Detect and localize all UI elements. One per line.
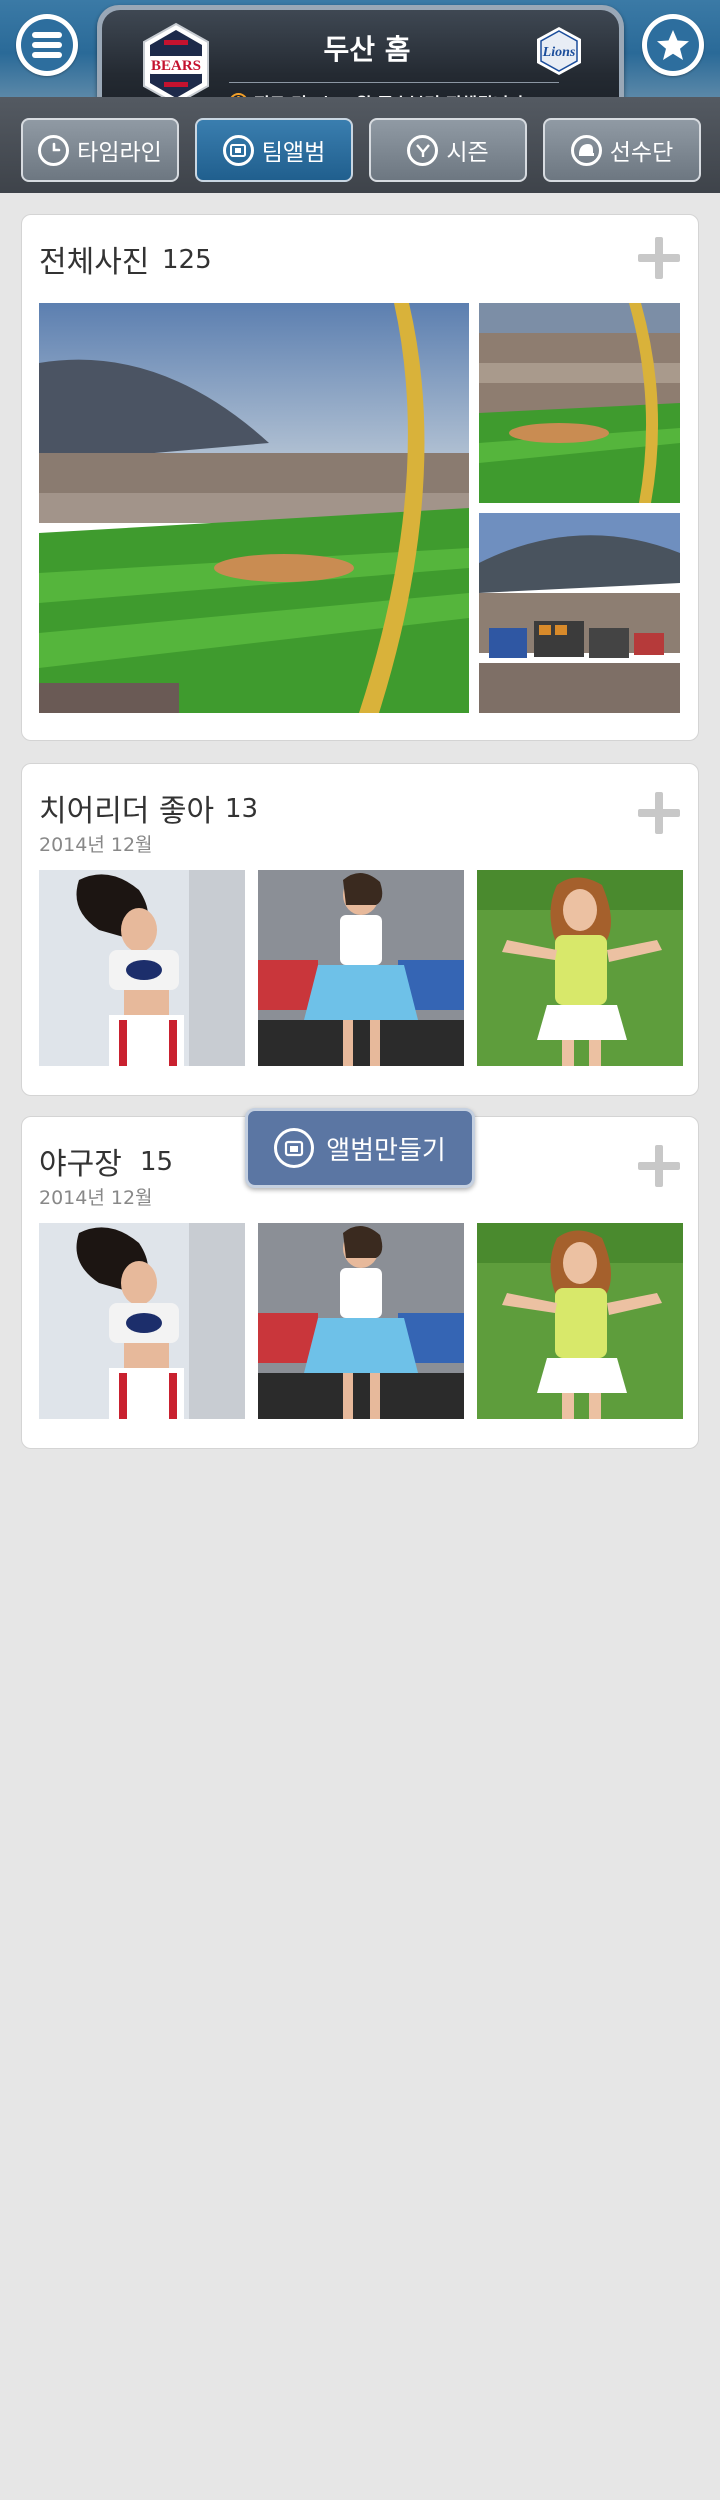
cheerleader-photo <box>39 1223 245 1419</box>
player-icon <box>570 134 602 166</box>
add-photo-button[interactable] <box>638 1145 680 1187</box>
banner-divider <box>229 82 559 83</box>
svg-text:Lions: Lions <box>542 45 576 60</box>
cheerleader-photo <box>258 1223 464 1419</box>
tab-label: 시즌 <box>446 140 489 166</box>
album-title: 치어리더 좋아 <box>39 794 215 829</box>
cheerleader-photo <box>477 1223 683 1419</box>
tab-label: 선수단 <box>609 140 674 166</box>
add-photo-button[interactable] <box>638 237 680 279</box>
cheerleader-photo <box>258 870 464 1066</box>
album-title: 야구장 <box>39 1147 122 1182</box>
stadium-photo <box>479 303 680 503</box>
make-album-label: 앨범만들기 <box>326 1135 446 1166</box>
photo-thumbnail[interactable] <box>477 870 683 1066</box>
photo-thumbnail[interactable] <box>39 870 245 1066</box>
add-photo-button[interactable] <box>638 792 680 834</box>
album-title: 전체사진 <box>39 245 150 280</box>
album-card-cheerleader[interactable]: 치어리더 좋아 13 2014년 12월 <box>21 763 699 1096</box>
clock-icon <box>38 134 70 166</box>
menu-button[interactable] <box>16 14 78 76</box>
favorite-button[interactable] <box>642 14 704 76</box>
season-icon <box>407 134 439 166</box>
tab-season[interactable]: 시즌 <box>369 118 527 182</box>
photo-thumbnail[interactable] <box>258 870 464 1066</box>
album-count: 15 <box>140 1147 174 1177</box>
album-count: 13 <box>225 794 259 824</box>
photo-thumbnail[interactable] <box>39 1223 245 1419</box>
tab-timeline[interactable]: 타임라인 <box>21 118 179 182</box>
album-icon <box>222 134 254 166</box>
menu-icon <box>32 32 62 58</box>
photo-thumbnail[interactable] <box>477 1223 683 1419</box>
tab-team-album[interactable]: 팀앨범 <box>195 118 353 182</box>
tab-label: 팀앨범 <box>261 140 326 166</box>
tab-players[interactable]: 선수단 <box>543 118 701 182</box>
tab-bar: 타임라인 팀앨범 시즌 선수단 <box>0 97 720 193</box>
photo-thumbnail[interactable] <box>479 513 680 713</box>
svg-text:BEARS: BEARS <box>151 58 201 74</box>
page-title: 두산 홈 <box>323 33 411 66</box>
cheerleader-photo <box>39 870 245 1066</box>
photo-thumbnail[interactable] <box>39 303 469 713</box>
album-icon <box>274 1128 315 1168</box>
photo-thumbnail[interactable] <box>258 1223 464 1419</box>
tab-label: 타임라인 <box>77 140 162 166</box>
stadium-photo <box>479 513 680 713</box>
make-album-button[interactable]: 앨범만들기 <box>245 1108 475 1188</box>
photo-thumbnail[interactable] <box>479 303 680 503</box>
album-date: 2014년 12월 <box>39 834 153 856</box>
lions-logo[interactable]: Lions <box>534 26 584 76</box>
stadium-photo <box>39 303 469 713</box>
star-icon <box>657 30 689 60</box>
album-count: 125 <box>162 245 212 275</box>
album-date: 2014년 12월 <box>39 1187 153 1209</box>
bears-logo[interactable]: BEARS <box>140 22 212 106</box>
cheerleader-photo <box>477 870 683 1066</box>
album-card-all[interactable]: 전체사진 125 <box>21 214 699 741</box>
